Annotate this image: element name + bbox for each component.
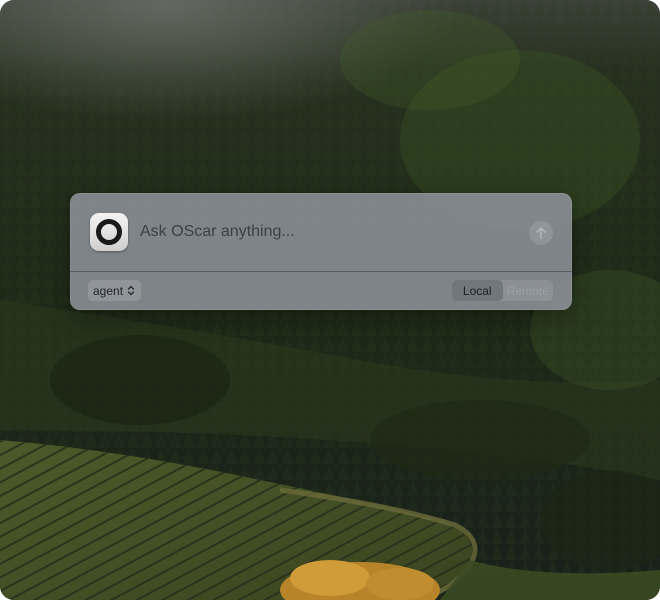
location-toggle: Local Remote — [452, 280, 553, 301]
send-button[interactable] — [529, 221, 553, 245]
arrow-up-icon — [536, 227, 546, 239]
prompt-row — [70, 193, 572, 271]
chevron-updown-icon — [127, 285, 135, 296]
local-option[interactable]: Local — [452, 280, 503, 301]
mode-select-label: agent — [93, 283, 124, 298]
prompt-input[interactable] — [140, 219, 510, 245]
mode-select[interactable]: agent — [88, 280, 142, 301]
options-bar: agent Local Remote — [70, 272, 572, 310]
desktop: agent Local Remote — [0, 0, 660, 600]
prompt-panel: agent Local Remote — [70, 193, 572, 310]
oscar-ring-icon — [90, 213, 128, 251]
remote-option[interactable]: Remote — [503, 280, 554, 301]
